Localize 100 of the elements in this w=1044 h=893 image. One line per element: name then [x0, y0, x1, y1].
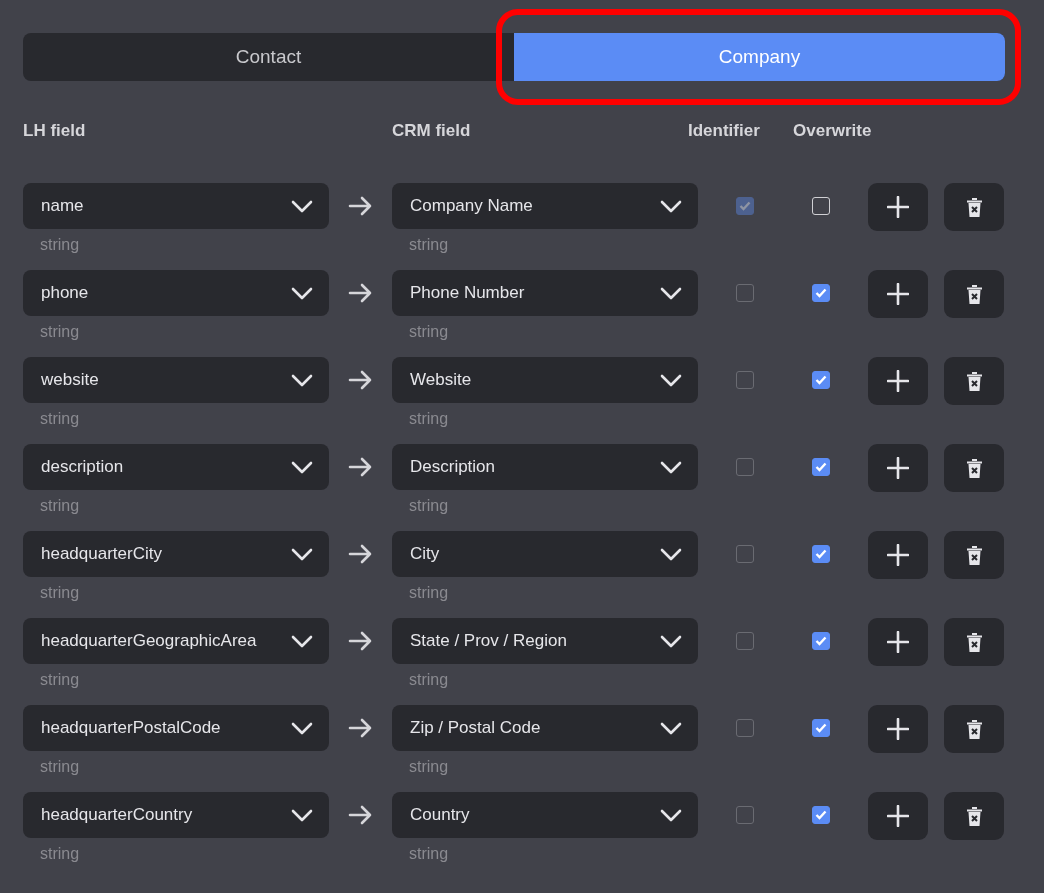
checkbox[interactable] [812, 719, 830, 737]
plus-icon [887, 283, 909, 305]
add-button[interactable] [868, 270, 928, 318]
arrow-right-icon [348, 631, 373, 651]
add-button[interactable] [868, 618, 928, 666]
add-button[interactable] [868, 705, 928, 753]
column-header: LH field [23, 121, 86, 141]
dropdown[interactable]: website [23, 357, 329, 403]
add-button[interactable] [868, 357, 928, 405]
delete-button[interactable] [944, 705, 1004, 753]
checkbox[interactable] [812, 632, 830, 650]
type-label: string [409, 583, 449, 603]
checkbox[interactable] [812, 284, 830, 302]
trash-icon [965, 631, 983, 653]
chevron-down-icon [291, 199, 313, 213]
type-label: string [40, 409, 80, 429]
check-icon [815, 462, 827, 472]
check-icon [815, 636, 827, 646]
checkbox[interactable] [812, 545, 830, 563]
tab[interactable]: Contact [23, 33, 514, 81]
arrow-right-icon [348, 457, 373, 477]
type-label: string [40, 757, 80, 777]
check-icon [815, 288, 827, 298]
checkbox[interactable] [812, 806, 830, 824]
checkbox[interactable] [812, 197, 830, 215]
dropdown[interactable]: headquarterCity [23, 531, 329, 577]
delete-button[interactable] [944, 792, 1004, 840]
delete-button[interactable] [944, 444, 1004, 492]
column-header: Overwrite [793, 121, 872, 141]
delete-button[interactable] [944, 183, 1004, 231]
chevron-down-icon [291, 460, 313, 474]
checkbox[interactable] [812, 458, 830, 476]
chevron-down-icon [291, 808, 313, 822]
dropdown[interactable]: State / Prov / Region [392, 618, 698, 664]
dropdown[interactable]: headquarterCountry [23, 792, 329, 838]
dropdown[interactable]: Phone Number [392, 270, 698, 316]
delete-button[interactable] [944, 270, 1004, 318]
dropdown[interactable]: Zip / Postal Code [392, 705, 698, 751]
add-button[interactable] [868, 531, 928, 579]
chevron-down-icon [660, 808, 682, 822]
chevron-down-icon [291, 721, 313, 735]
plus-icon [887, 805, 909, 827]
chevron-down-icon [291, 286, 313, 300]
checkbox[interactable] [812, 371, 830, 389]
delete-button[interactable] [944, 531, 1004, 579]
check-icon [739, 201, 751, 211]
dropdown[interactable]: Company Name [392, 183, 698, 229]
type-label: string [40, 844, 80, 864]
arrow-right-icon [348, 196, 373, 216]
arrow-right-icon [348, 544, 373, 564]
trash-icon [965, 718, 983, 740]
type-label: string [40, 496, 80, 516]
dropdown[interactable]: phone [23, 270, 329, 316]
chevron-down-icon [660, 634, 682, 648]
delete-button[interactable] [944, 618, 1004, 666]
column-header: Identifier [688, 121, 760, 141]
chevron-down-icon [660, 547, 682, 561]
type-label: string [409, 670, 449, 690]
dropdown[interactable]: Website [392, 357, 698, 403]
add-button[interactable] [868, 183, 928, 231]
plus-icon [887, 370, 909, 392]
check-icon [815, 549, 827, 559]
arrow-right-icon [348, 370, 373, 390]
check-icon [815, 810, 827, 820]
dropdown[interactable]: Country [392, 792, 698, 838]
type-label: string [409, 409, 449, 429]
arrow-right-icon [348, 718, 373, 738]
chevron-down-icon [660, 199, 682, 213]
dropdown[interactable]: headquarterGeographicArea [23, 618, 329, 664]
add-button[interactable] [868, 444, 928, 492]
check-icon [815, 375, 827, 385]
trash-icon [965, 457, 983, 479]
dropdown[interactable]: name [23, 183, 329, 229]
trash-icon [965, 370, 983, 392]
type-label: string [409, 757, 449, 777]
trash-icon [965, 805, 983, 827]
type-label: string [40, 670, 80, 690]
plus-icon [887, 196, 909, 218]
type-label: string [409, 844, 449, 864]
dropdown[interactable]: headquarterPostalCode [23, 705, 329, 751]
dropdown[interactable]: description [23, 444, 329, 490]
type-label: string [40, 235, 80, 255]
type-label: string [409, 322, 449, 342]
arrow-right-icon [348, 805, 373, 825]
trash-icon [965, 283, 983, 305]
chevron-down-icon [660, 460, 682, 474]
plus-icon [887, 631, 909, 653]
dropdown[interactable]: Description [392, 444, 698, 490]
plus-icon [887, 718, 909, 740]
dropdown[interactable]: City [392, 531, 698, 577]
column-header: CRM field [392, 121, 471, 141]
chevron-down-icon [291, 634, 313, 648]
add-button[interactable] [868, 792, 928, 840]
delete-button[interactable] [944, 357, 1004, 405]
chevron-down-icon [291, 547, 313, 561]
plus-icon [887, 544, 909, 566]
chevron-down-icon [660, 373, 682, 387]
arrow-right-icon [348, 283, 373, 303]
chevron-down-icon [291, 373, 313, 387]
chevron-down-icon [660, 286, 682, 300]
